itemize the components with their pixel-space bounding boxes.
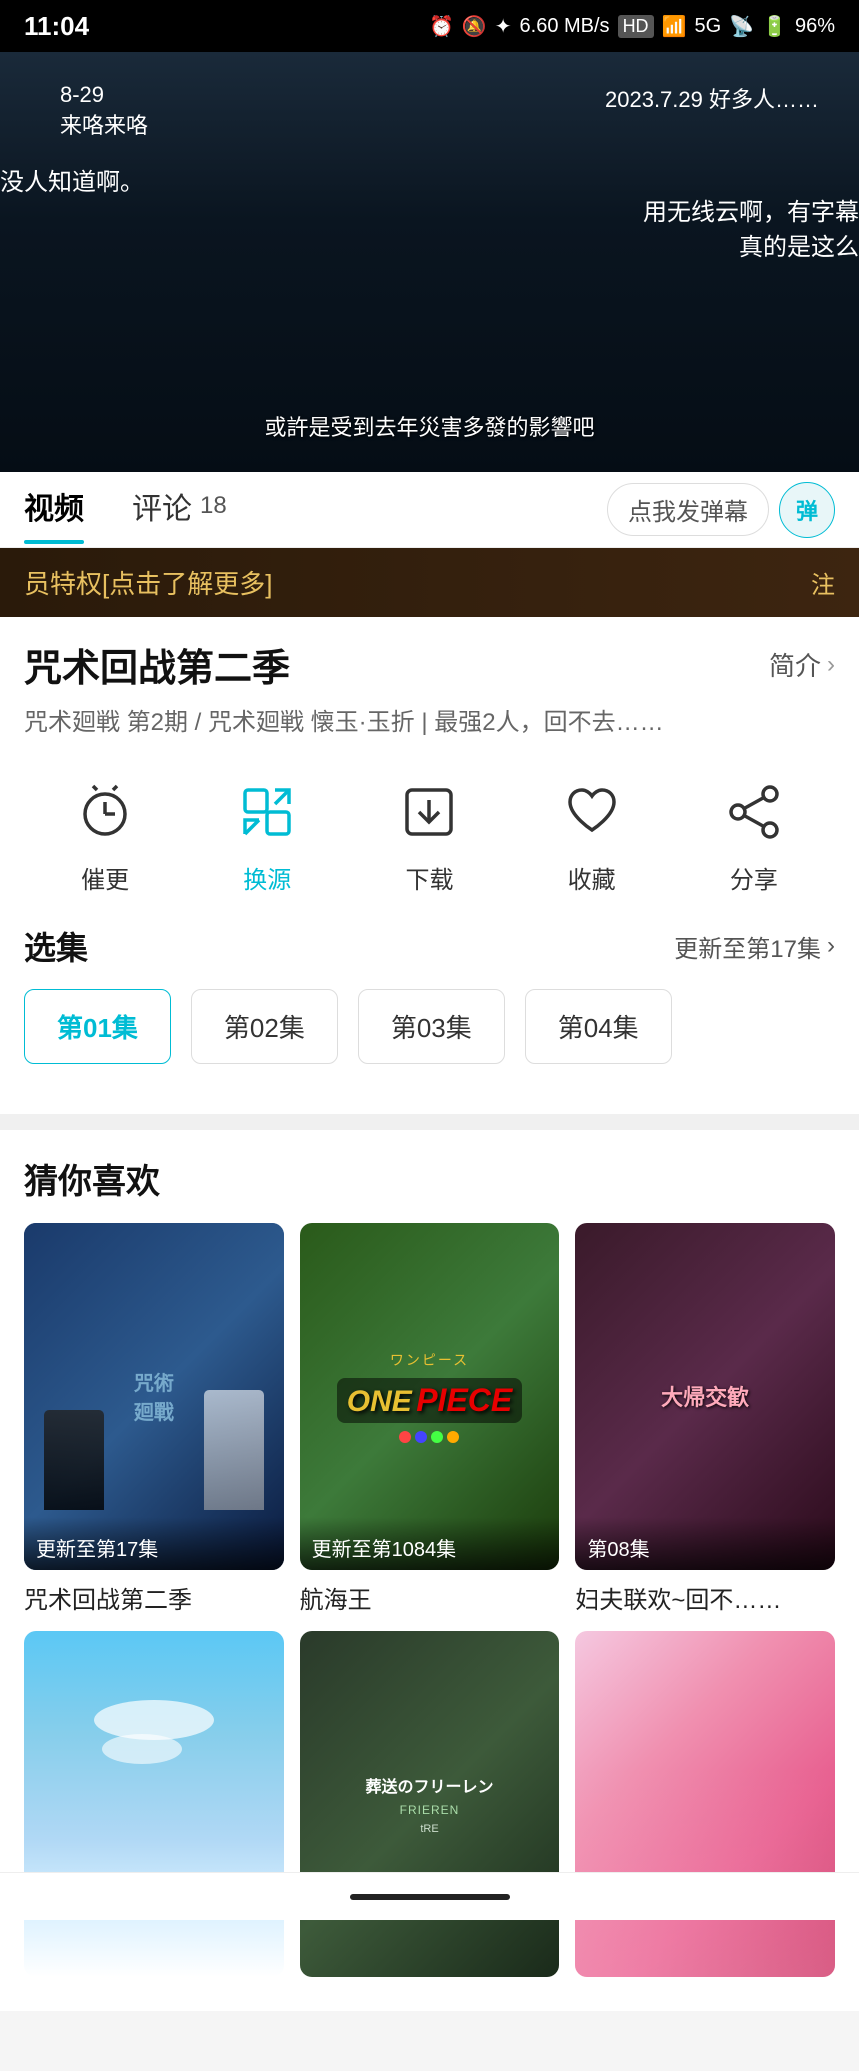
rec-item-frieren[interactable]: 葬送のフリーレン FRIEREN tRE bbox=[300, 1631, 560, 1987]
battery-level: 96% bbox=[795, 15, 835, 38]
rec-thumb-adult: 大帰交歓 第08集 bbox=[575, 1223, 835, 1569]
rec-item-pink[interactable] bbox=[575, 1631, 835, 1987]
rec-badge-onepiece: 更新至第1084集 bbox=[300, 1517, 560, 1570]
status-bar: 11:04 ⏰ 🔕 ✦ 6.60 MB/s HD 📶 5G 📡 🔋 96% bbox=[0, 0, 859, 52]
home-indicator bbox=[350, 1894, 510, 1900]
danmaku-comment-2: 2023.7.29 好多人…… bbox=[605, 82, 819, 114]
danmaku-comment-1: 8-29 来咯来咯 bbox=[60, 82, 148, 140]
rec-item-sky[interactable] bbox=[24, 1631, 284, 1987]
danmu-icon-button[interactable]: 弹 bbox=[779, 482, 835, 538]
tabs-row: 视频 评论 18 点我发弹幕 弹 bbox=[0, 472, 859, 548]
signal-icon: 📡 bbox=[729, 14, 754, 39]
alarm-icon: ⏰ bbox=[429, 14, 454, 39]
network-label: 5G bbox=[694, 15, 721, 38]
recommendations-title: 猜你喜欢 bbox=[24, 1154, 835, 1203]
action-buttons: 催更 换源 bbox=[24, 766, 835, 895]
status-time: 11:04 bbox=[24, 11, 89, 42]
chevron-right-icon: › bbox=[827, 932, 835, 960]
action-source[interactable]: 换源 bbox=[217, 776, 317, 895]
member-banner[interactable]: 员特权[点击了解更多] 注 bbox=[0, 548, 859, 617]
rec-badge-jujutsu: 更新至第17集 bbox=[24, 1517, 284, 1570]
rec-thumb-frieren: 葬送のフリーレン FRIEREN tRE bbox=[300, 1631, 560, 1977]
battery-icon: 🔋 bbox=[762, 14, 787, 39]
rec-thumb-sky bbox=[24, 1631, 284, 1977]
rec-name-adult: 妇夫联欢~回不…… bbox=[575, 1580, 835, 1615]
comments-count: 18 bbox=[200, 492, 227, 520]
anime-title: 咒术回战第二季 bbox=[24, 637, 290, 692]
section-divider bbox=[0, 1114, 859, 1130]
action-share[interactable]: 分享 bbox=[704, 776, 804, 895]
episode-chip-02[interactable]: 第02集 bbox=[191, 989, 338, 1064]
rec-thumb-onepiece: ワンピース ONE PIECE 更新至第1084集 bbox=[300, 1223, 560, 1569]
episodes-section: 选集 更新至第17集 › 第01集 第02集 第03集 第04集 bbox=[24, 923, 835, 1094]
bluetooth-icon: ✦ bbox=[495, 14, 512, 39]
nav-bar bbox=[0, 1872, 859, 1920]
episodes-update-link[interactable]: 更新至第17集 › bbox=[674, 929, 835, 964]
action-share-label: 分享 bbox=[730, 860, 778, 895]
rec-thumb-jujutsu: 咒術廻戰 更新至第17集 bbox=[24, 1223, 284, 1569]
intro-chevron-icon: › bbox=[827, 651, 835, 679]
video-subtitle: 或許是受到去年災害多發的影響吧 bbox=[0, 410, 859, 442]
video-background: 8-29 来咯来咯 2023.7.29 好多人…… 没人知道啊。 用无线云啊，有… bbox=[0, 52, 859, 472]
action-favorite[interactable]: 收藏 bbox=[542, 776, 642, 895]
clock-icon bbox=[69, 776, 141, 848]
mute-icon: 🔕 bbox=[462, 14, 487, 39]
download-icon bbox=[393, 776, 465, 848]
member-banner-text: 员特权[点击了解更多] bbox=[24, 564, 272, 601]
rec-name-jujutsu: 咒术回战第二季 bbox=[24, 1580, 284, 1615]
wifi-icon: 📶 bbox=[662, 14, 687, 39]
episode-chip-01[interactable]: 第01集 bbox=[24, 989, 171, 1064]
danmaku-comment-3: 没人知道啊。 bbox=[0, 162, 144, 197]
title-row: 咒术回战第二季 简介 › bbox=[24, 637, 835, 692]
arrows-icon bbox=[231, 776, 303, 848]
speed-label: 6.60 MB/s bbox=[520, 15, 610, 38]
episodes-list: 第01集 第02集 第03集 第04集 bbox=[24, 989, 835, 1074]
rec-name-onepiece: 航海王 bbox=[300, 1580, 560, 1615]
intro-link[interactable]: 简介 › bbox=[769, 646, 835, 683]
action-download-label: 下载 bbox=[405, 860, 453, 895]
action-favorite-label: 收藏 bbox=[568, 860, 616, 895]
danmaku-comment-4: 用无线云啊，有字幕 真的是这么 bbox=[643, 192, 859, 262]
content-section: 咒术回战第二季 简介 › 咒术廻戦 第2期 / 咒术廻戦 懐玉·玉折 | 最强2… bbox=[0, 617, 859, 1114]
episode-chip-04[interactable]: 第04集 bbox=[525, 989, 672, 1064]
danmu-button-group: 点我发弹幕 弹 bbox=[607, 482, 835, 538]
tab-comments[interactable]: 评论 18 bbox=[132, 484, 227, 536]
action-source-label: 换源 bbox=[243, 860, 291, 895]
member-banner-link[interactable]: 注 bbox=[811, 565, 835, 600]
episode-chip-03[interactable]: 第03集 bbox=[358, 989, 505, 1064]
rec-thumb-pink bbox=[575, 1631, 835, 1977]
episodes-title: 选集 bbox=[24, 923, 88, 969]
heart-icon bbox=[556, 776, 628, 848]
action-download[interactable]: 下载 bbox=[379, 776, 479, 895]
hd-badge: HD bbox=[618, 15, 654, 38]
tab-video[interactable]: 视频 bbox=[24, 484, 84, 536]
share-icon bbox=[718, 776, 790, 848]
action-remind-label: 催更 bbox=[81, 860, 129, 895]
episodes-header: 选集 更新至第17集 › bbox=[24, 923, 835, 969]
rec-item-onepiece[interactable]: ワンピース ONE PIECE 更新至第1084集 航海王 bbox=[300, 1223, 560, 1614]
danmu-text-button[interactable]: 点我发弹幕 bbox=[607, 483, 769, 536]
tags-row: 咒术廻戦 第2期 / 咒术廻戦 懐玉·玉折 | 最强2人，回不去…… bbox=[24, 704, 835, 742]
status-icons: ⏰ 🔕 ✦ 6.60 MB/s HD 📶 5G 📡 🔋 96% bbox=[429, 14, 835, 39]
video-player[interactable]: 8-29 来咯来咯 2023.7.29 好多人…… 没人知道啊。 用无线云啊，有… bbox=[0, 52, 859, 472]
action-remind[interactable]: 催更 bbox=[55, 776, 155, 895]
rec-item-adult[interactable]: 大帰交歓 第08集 妇夫联欢~回不…… bbox=[575, 1223, 835, 1614]
rec-item-jujutsu[interactable]: 咒術廻戰 更新至第17集 咒术回战第二季 bbox=[24, 1223, 284, 1614]
rec-badge-adult: 第08集 bbox=[575, 1517, 835, 1570]
